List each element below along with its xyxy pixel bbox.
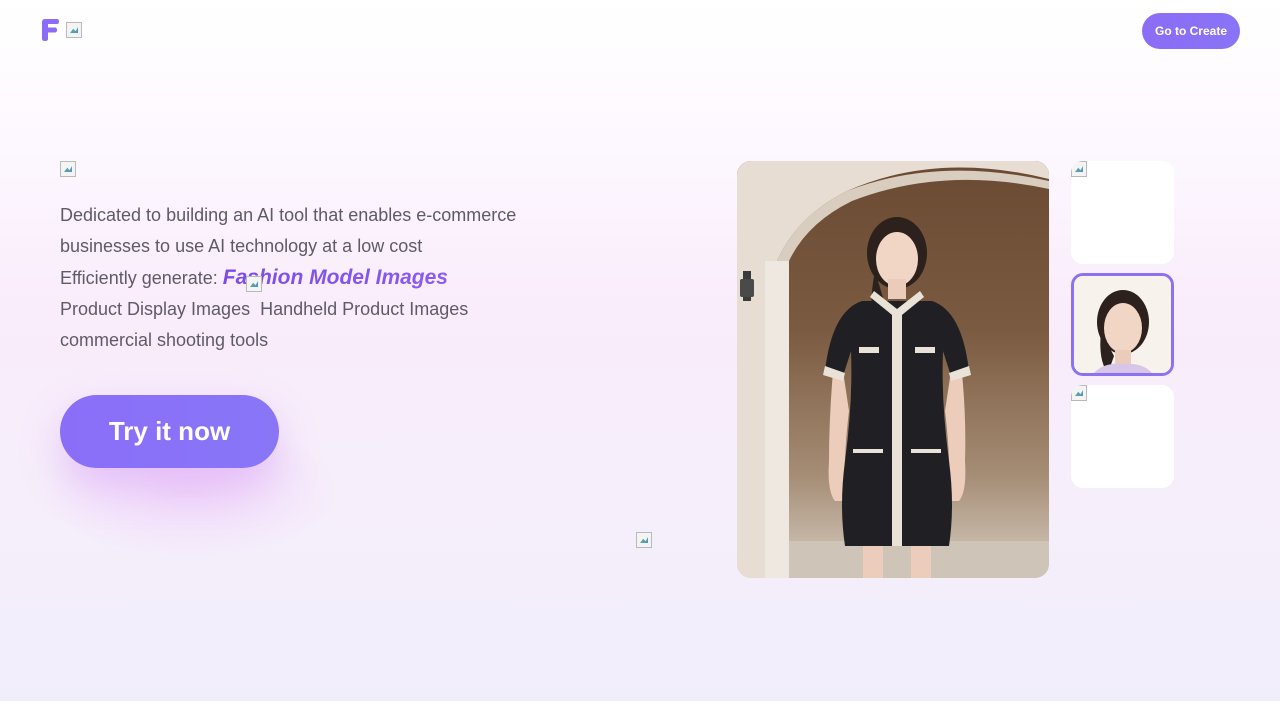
try-it-now-button[interactable]: Try it now	[60, 395, 279, 468]
model-showcase-image	[737, 161, 1049, 578]
thumbnail-3[interactable]	[1071, 385, 1174, 488]
bottom-strip	[0, 701, 1280, 720]
thumbnail-2-selected[interactable]	[1071, 273, 1174, 376]
go-to-create-button[interactable]: Go to Create	[1142, 13, 1240, 49]
feature-product-display: Product Display Images	[60, 299, 251, 319]
hero-line-2: businesses to use AI technology at a low…	[60, 236, 423, 256]
model-photo	[737, 161, 1049, 578]
hero-line-5: commercial shooting tools	[60, 330, 269, 350]
broken-image-icon	[66, 22, 82, 38]
feature-handheld-product: Handheld Product Images	[260, 299, 469, 319]
hero-description: Dedicated to building an AI tool that en…	[60, 200, 620, 356]
hero-line-4: Product Display Images Handheld Product …	[60, 294, 620, 325]
model-portrait-thumbnail	[1074, 276, 1171, 373]
broken-image-icon	[636, 532, 652, 548]
broken-image-icon	[1071, 161, 1087, 177]
broken-image-icon	[246, 276, 262, 292]
broken-image-icon	[1071, 385, 1087, 401]
broken-image-icon	[60, 161, 76, 177]
generate-prefix: Efficiently generate:	[60, 268, 218, 288]
hero-line-3: Efficiently generate: Fashion Model Imag…	[60, 262, 620, 294]
hero-line-1: Dedicated to building an AI tool that en…	[60, 205, 517, 225]
f-logo-icon[interactable]	[40, 18, 60, 42]
thumbnail-1[interactable]	[1071, 161, 1174, 264]
